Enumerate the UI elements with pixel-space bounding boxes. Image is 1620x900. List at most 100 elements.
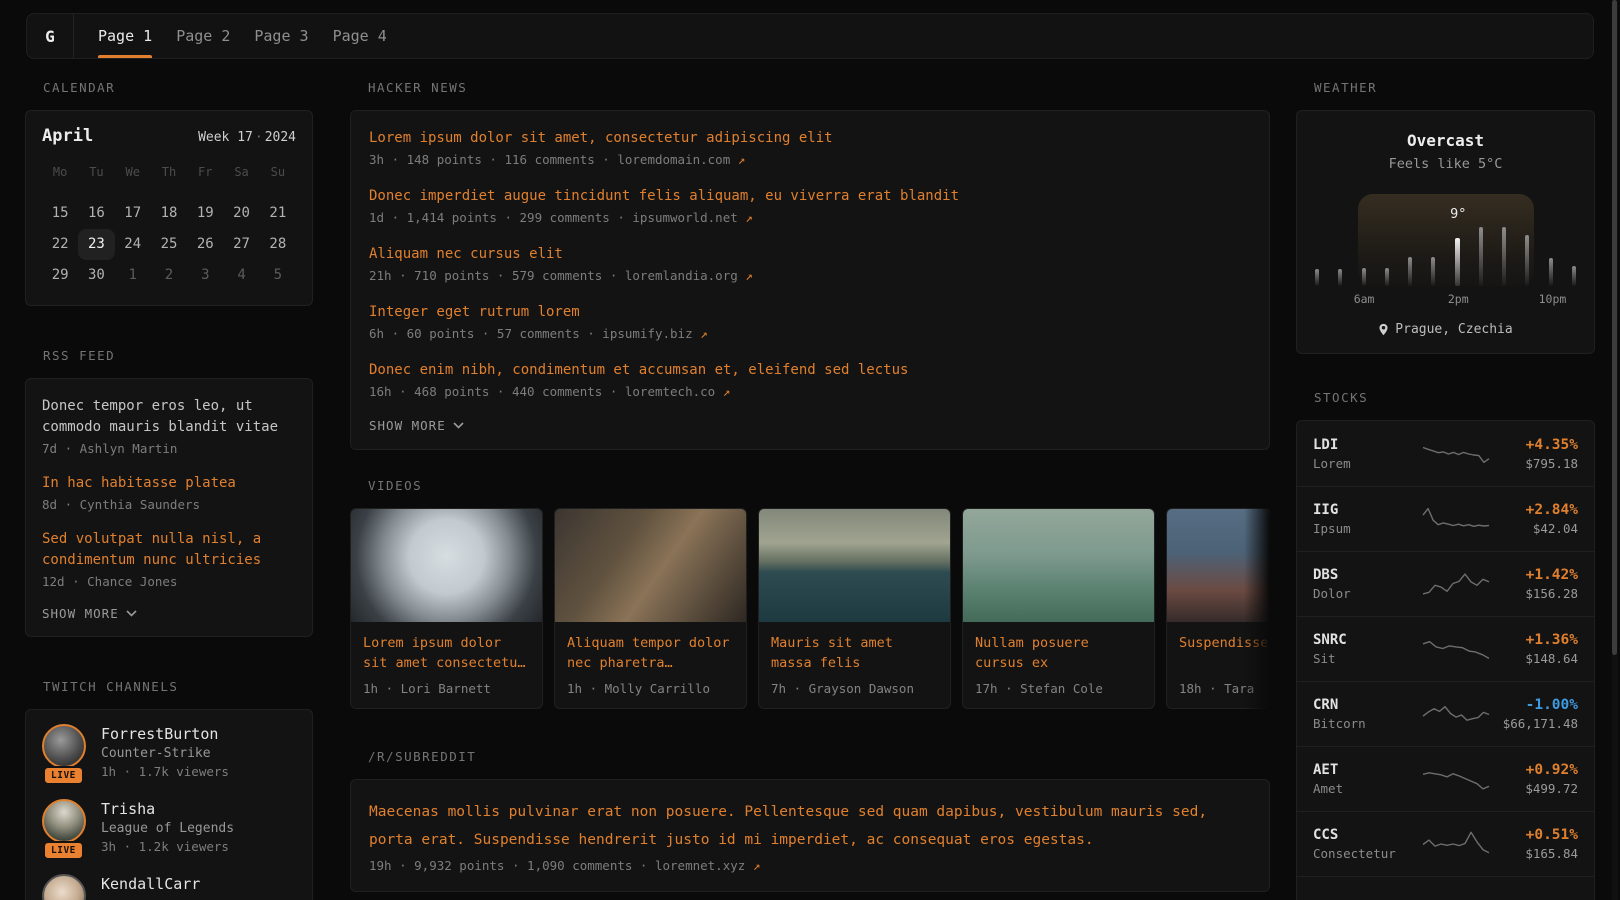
video-title[interactable]: Nullam posuere cursus ex — [975, 633, 1142, 673]
twitch-widget: LIVE ForrestBurton Counter-Strike 1h · 1… — [25, 709, 313, 900]
weather-bar — [1408, 257, 1412, 286]
video-thumbnail[interactable] — [555, 509, 746, 622]
calendar-weekday-row: Mo Tu We Th Fr Sa Su — [42, 160, 296, 184]
top-bar: G Page 1 Page 2 Page 3 Page 4 — [26, 13, 1594, 59]
avatar — [42, 724, 86, 768]
weather-time-label: 2pm — [1448, 292, 1469, 306]
subreddit-post-title[interactable]: Maecenas mollis pulvinar erat non posuer… — [369, 798, 1251, 854]
right-column: WEATHER Overcast Feels like 5°C 9° 6am2p… — [1296, 80, 1595, 900]
stock-sparkline — [1421, 699, 1491, 729]
channel-info: Trisha League of Legends 3h · 1.2k viewe… — [101, 799, 234, 854]
channel-name[interactable]: ForrestBurton — [101, 725, 229, 743]
calendar-day: 25 — [151, 229, 187, 260]
tab-page-2[interactable]: Page 2 — [176, 14, 230, 58]
video-thumbnail[interactable] — [351, 509, 542, 622]
rss-item-meta: 12d · Chance Jones — [42, 572, 296, 592]
weather-bar — [1455, 238, 1460, 286]
stock-row: AETAmet +0.92%$499.72 — [1297, 746, 1594, 811]
middle-column: HACKER NEWS Lorem ipsum dolor sit amet, … — [350, 80, 1270, 892]
video-meta: 18h · Tara — [1179, 681, 1270, 696]
app-logo[interactable]: G — [27, 14, 73, 58]
video-title[interactable]: Mauris sit amet massa felis — [771, 633, 938, 673]
weekday-label: Sa — [223, 160, 259, 184]
hn-post-title[interactable]: Integer eget rutrum lorem — [369, 302, 1251, 323]
weather-bar — [1385, 268, 1389, 286]
avatar — [42, 874, 86, 900]
calendar-day: 18 — [151, 198, 187, 229]
rss-item-title[interactable]: In hac habitasse platea — [42, 473, 296, 494]
stock-name: Amet — [1313, 781, 1421, 796]
channel-name[interactable]: KendallCarr — [101, 875, 200, 893]
channel-game: League of Legends — [101, 821, 234, 836]
rss-item: Sed volutpat nulla nisl, a condimentum n… — [42, 529, 296, 592]
calendar-day: 30 — [78, 260, 114, 291]
hn-post-meta: 3h · 148 points · 116 comments · loremdo… — [369, 150, 1251, 170]
video-card[interactable]: Lorem ipsum dolor sit amet consectetu… 1… — [350, 508, 543, 709]
twitch-channel-row[interactable]: KendallCarr — [42, 874, 296, 900]
stock-row: LDILorem +4.35%$795.18 — [1297, 421, 1594, 486]
stock-symbol: IIG — [1313, 502, 1421, 518]
show-more-label: SHOW MORE — [42, 606, 119, 621]
calendar-day: 19 — [187, 198, 223, 229]
calendar-day-next-month: 3 — [187, 260, 223, 291]
calendar-day: 20 — [223, 198, 259, 229]
weekday-label: We — [115, 160, 151, 184]
video-title[interactable]: Lorem ipsum dolor sit amet consectetu… — [363, 633, 530, 673]
calendar-header-row: April Week 17·2024 — [42, 126, 296, 146]
stock-sparkline — [1421, 504, 1491, 534]
tab-page-3[interactable]: Page 3 — [254, 14, 308, 58]
video-thumbnail[interactable] — [759, 509, 950, 622]
video-title[interactable]: Aliquam tempor dolor nec pharetra… — [567, 633, 734, 673]
hn-post: Donec enim nibh, condimentum et accumsan… — [369, 360, 1251, 402]
rss-item-title[interactable]: Sed volutpat nulla nisl, a condimentum n… — [42, 529, 296, 571]
channel-meta: 3h · 1.2k viewers — [101, 839, 234, 854]
stock-name: Ipsum — [1313, 521, 1421, 536]
subreddit-widget: Maecenas mollis pulvinar erat non posuer… — [350, 779, 1270, 892]
chevron-down-icon — [126, 610, 137, 617]
channel-name[interactable]: Trisha — [101, 800, 234, 818]
stock-name: Bitcorn — [1313, 716, 1421, 731]
calendar-day: 21 — [260, 198, 296, 229]
hn-post-title[interactable]: Donec imperdiet augue tincidunt felis al… — [369, 186, 1251, 207]
weather-bar — [1315, 269, 1319, 286]
weather-time-labels: 6am2pm10pm — [1315, 292, 1576, 310]
hn-show-more-button[interactable]: SHOW MORE — [369, 418, 1251, 433]
stocks-widget: LDILorem +4.35%$795.18 IIGIpsum +2.84%$4… — [1296, 420, 1595, 900]
stock-price: $795.18 — [1525, 456, 1578, 471]
rss-section-label: RSS FEED — [25, 348, 313, 364]
stock-row: DBSDolor +1.42%$156.28 — [1297, 551, 1594, 616]
weekday-label: Th — [151, 160, 187, 184]
twitch-channel-row[interactable]: LIVE ForrestBurton Counter-Strike 1h · 1… — [42, 724, 296, 779]
scrollbar-thumb[interactable] — [1612, 0, 1617, 655]
video-card[interactable]: Suspendisse diam 18h · Tara — [1166, 508, 1270, 709]
stock-symbol: LDI — [1313, 437, 1421, 453]
video-card[interactable]: Mauris sit amet massa felis 7h · Grayson… — [758, 508, 951, 709]
videos-section-label: VIDEOS — [350, 478, 1270, 494]
video-thumbnail[interactable] — [1167, 509, 1270, 622]
video-card[interactable]: Nullam posuere cursus ex 17h · Stefan Co… — [962, 508, 1155, 709]
video-meta: 17h · Stefan Cole — [975, 681, 1142, 696]
calendar-day-next-month: 1 — [115, 260, 151, 291]
tab-page-4[interactable]: Page 4 — [333, 14, 387, 58]
rss-show-more-button[interactable]: SHOW MORE — [42, 606, 296, 621]
subreddit-post-meta: 19h · 9,932 points · 1,090 comments · lo… — [369, 858, 1251, 873]
video-thumbnail[interactable] — [963, 509, 1154, 622]
hn-post-title[interactable]: Donec enim nibh, condimentum et accumsan… — [369, 360, 1251, 381]
stock-price: $66,171.48 — [1503, 716, 1578, 731]
show-more-label: SHOW MORE — [369, 418, 446, 433]
weather-bar — [1502, 227, 1506, 286]
hn-post-title[interactable]: Lorem ipsum dolor sit amet, consectetur … — [369, 128, 1251, 149]
twitch-channel-row[interactable]: LIVE Trisha League of Legends 3h · 1.2k … — [42, 799, 296, 854]
hn-post-title[interactable]: Aliquam nec cursus elit — [369, 244, 1251, 265]
hn-post: Donec imperdiet augue tincidunt felis al… — [369, 186, 1251, 228]
video-title[interactable]: Suspendisse diam — [1179, 633, 1270, 673]
video-card[interactable]: Aliquam tempor dolor nec pharetra… 1h · … — [554, 508, 747, 709]
rss-item-title[interactable]: Donec tempor eros leo, ut commodo mauris… — [42, 396, 296, 438]
hn-post: Lorem ipsum dolor sit amet, consectetur … — [369, 128, 1251, 170]
tab-page-1[interactable]: Page 1 — [98, 14, 152, 58]
rss-item: In hac habitasse platea 8d · Cynthia Sau… — [42, 473, 296, 515]
stock-sparkline — [1421, 569, 1491, 599]
video-meta: 1h · Molly Carrillo — [567, 681, 734, 696]
stock-symbol: SNRC — [1313, 632, 1421, 648]
subreddit-section-label: /R/SUBREDDIT — [350, 749, 1270, 765]
